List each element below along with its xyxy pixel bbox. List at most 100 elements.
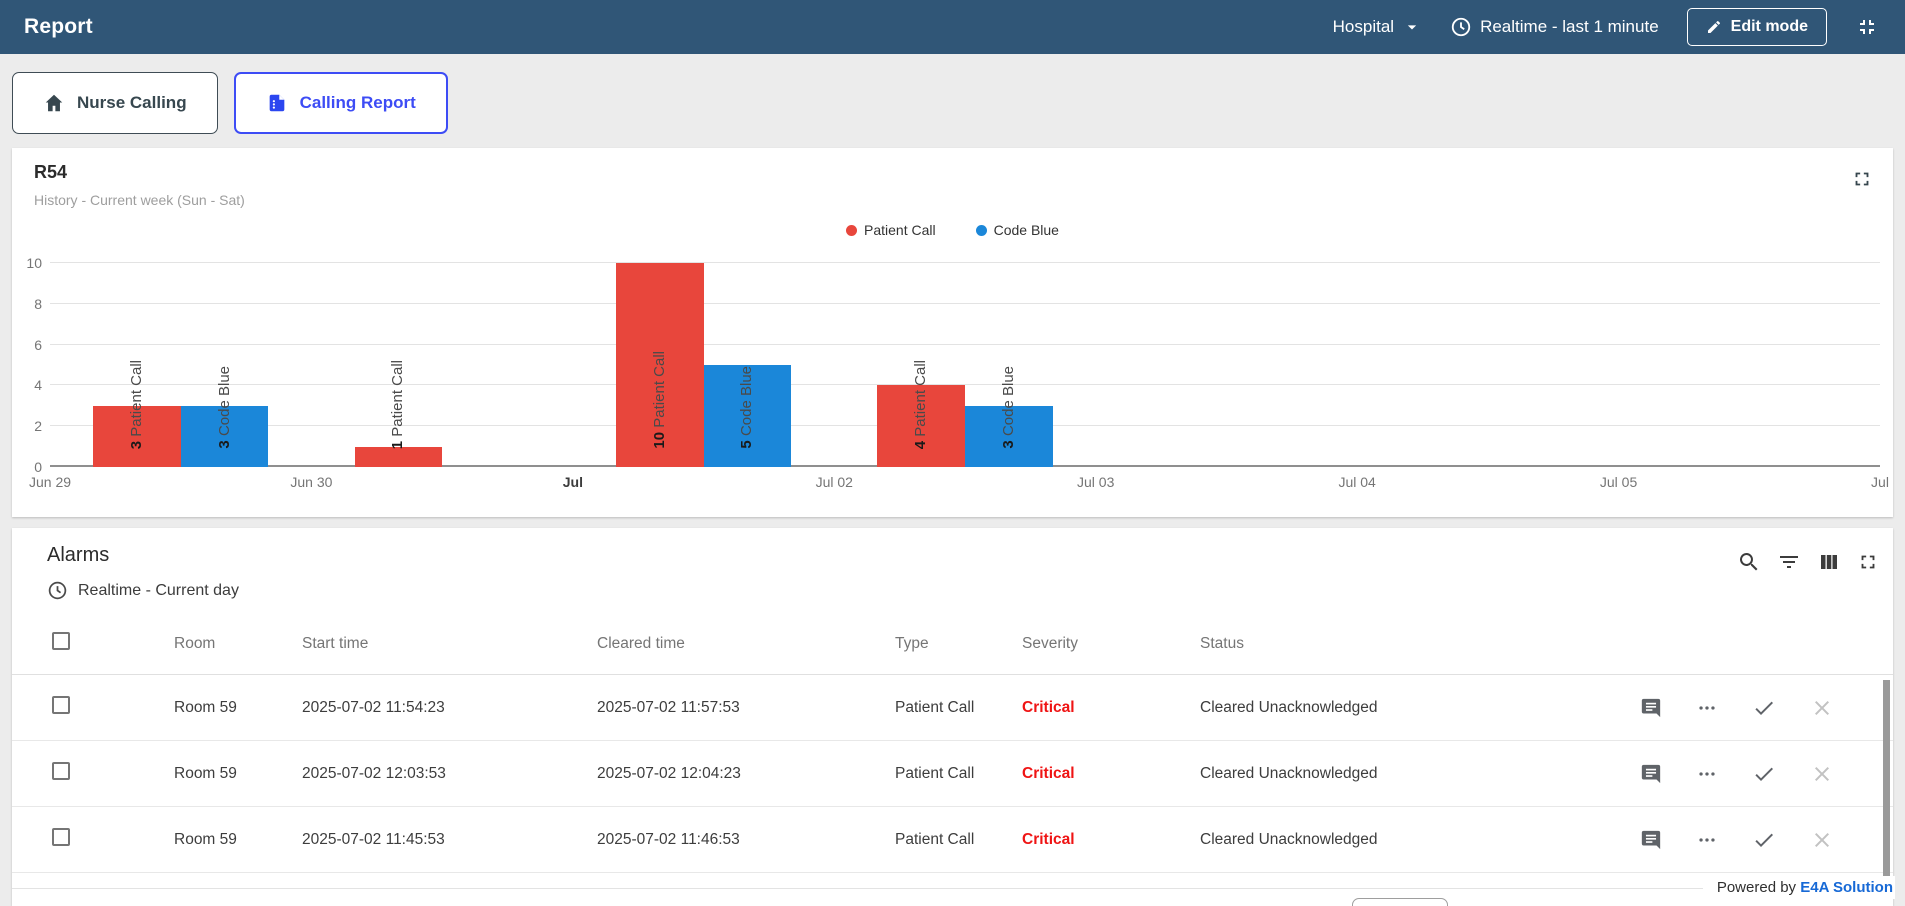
legend-dot	[846, 224, 857, 236]
cell-status: Cleared Unacknowledged	[1200, 764, 1378, 782]
column-header-start-time[interactable]: Start time	[302, 635, 597, 653]
caret-down-icon	[1407, 25, 1417, 30]
y-tick-label: 2	[34, 418, 42, 435]
fullscreen-exit-icon[interactable]	[1855, 15, 1879, 39]
bar-value-label: 4 Patient Call	[912, 359, 930, 449]
comment-icon[interactable]	[1640, 696, 1662, 720]
legend-dot	[975, 224, 987, 236]
tab-label: Calling Report	[299, 93, 416, 112]
site-selector[interactable]: Hospital	[1333, 17, 1422, 37]
bar-value-label: 5 Code Blue	[738, 366, 756, 449]
row-checkbox[interactable]	[52, 762, 70, 780]
pagination-button[interactable]	[1352, 898, 1448, 906]
tab-calling-report[interactable]: Calling Report	[233, 72, 448, 134]
x-tick-label: Jul 05	[1599, 474, 1638, 490]
alarms-realtime: Realtime - Current day	[42, 580, 1893, 601]
y-tick-label: 8	[34, 295, 42, 312]
row-checkbox[interactable]	[52, 696, 70, 714]
app-root: Report Hospital Realtime - last 1 minute…	[0, 0, 1905, 906]
cell-type: Patient Call	[895, 764, 975, 782]
cell-severity: Critical	[1022, 698, 1075, 716]
column-header-status[interactable]: Status	[1200, 635, 1640, 653]
clock-icon	[1451, 17, 1471, 37]
alarm-row: Room 59 2025-07-02 12:03:53 2025-07-02 1…	[12, 741, 1893, 807]
alarms-title: Alarms	[47, 544, 110, 566]
realtime-label: Realtime - last 1 minute	[1480, 17, 1659, 36]
bar-value-label: 3 Code Blue	[999, 366, 1017, 449]
gridline	[50, 262, 1880, 263]
alarms-fullscreen-icon[interactable]	[1857, 550, 1879, 574]
cell-start-time: 2025-07-02 12:03:53	[302, 764, 446, 782]
more-options-icon[interactable]	[1696, 828, 1718, 852]
cell-cleared-time: 2025-07-02 11:46:53	[597, 830, 740, 848]
column-header-room[interactable]: Room	[174, 635, 302, 653]
legend-item: Code Blue	[975, 222, 1059, 238]
y-tick-label: 4	[34, 377, 42, 394]
y-tick-label: 6	[34, 336, 42, 353]
tab-nurse-calling[interactable]: Nurse Calling	[12, 72, 218, 134]
navbar-right: Hospital Realtime - last 1 minute Edit m…	[1333, 8, 1879, 46]
column-header-type[interactable]: Type	[895, 635, 1022, 653]
brand-link[interactable]: E4A Solution	[1800, 879, 1893, 896]
close-icon[interactable]	[1810, 828, 1834, 852]
legend-item: Patient Call	[846, 222, 936, 238]
chart-plot: Jun 29 Jun 30 Jul Jul 02 Jul 03 Jul 04 Jul 05 J…	[26, 255, 1889, 490]
cell-type: Patient Call	[895, 698, 975, 716]
alarms-card: Alarms Realtime - Current day Room Start…	[12, 528, 1893, 906]
close-icon[interactable]	[1810, 762, 1834, 786]
gridline	[50, 302, 1880, 304]
bar-value-label: 3 Patient Call	[127, 359, 145, 449]
page-title: Report	[24, 15, 93, 38]
home-icon	[45, 94, 63, 112]
column-header-cleared-time[interactable]: Cleared time	[597, 635, 895, 653]
bar-patient-call[interactable]	[354, 446, 443, 467]
bar-value-label: 10 Patient Call	[650, 351, 668, 449]
alarms-header: Alarms Realtime - Current day	[12, 528, 1893, 601]
chart-title: R54	[34, 162, 68, 182]
site-selector-label: Hospital	[1332, 17, 1395, 36]
columns-icon[interactable]	[1817, 550, 1841, 574]
realtime-indicator: Realtime - last 1 minute	[1450, 16, 1659, 38]
edit-mode-button[interactable]: Edit mode	[1686, 8, 1827, 46]
gridline	[50, 343, 1880, 345]
report-icon	[269, 94, 284, 112]
chart-fullscreen-icon[interactable]	[1851, 168, 1873, 190]
x-tick-label: Jul 02	[815, 474, 853, 490]
more-options-icon[interactable]	[1696, 696, 1718, 720]
table-bottom-divider	[12, 888, 1893, 889]
y-tick-label: 10	[26, 255, 42, 271]
alarms-toolbar	[1737, 550, 1879, 574]
check-icon[interactable]	[1752, 762, 1776, 786]
cell-status: Cleared Unacknowledged	[1200, 830, 1378, 848]
alarms-table-header: Room Start time Cleared time Type Severi…	[12, 613, 1893, 675]
table-scrollbar[interactable]	[1883, 680, 1891, 906]
chart-card: R54 History - Current week (Sun - Sat) P…	[12, 148, 1893, 517]
cell-status: Cleared Unacknowledged	[1200, 698, 1378, 716]
y-tick-label: 0	[34, 459, 42, 475]
more-options-icon[interactable]	[1696, 762, 1718, 786]
alarms-realtime-label: Realtime - Current day	[78, 581, 239, 599]
check-icon[interactable]	[1752, 828, 1776, 852]
close-icon[interactable]	[1810, 696, 1834, 720]
x-tick-label: Jul 03	[1077, 474, 1115, 490]
select-all-checkbox[interactable]	[52, 632, 70, 650]
x-tick-label: Jul	[1871, 474, 1889, 490]
table-scrollbar-thumb[interactable]	[1883, 680, 1890, 885]
tab-label: Nurse Calling	[77, 93, 187, 112]
filter-icon[interactable]	[1777, 550, 1801, 574]
alarm-row: Room 59 2025-07-02 11:45:53 2025-07-02 1…	[12, 807, 1893, 873]
cell-severity: Critical	[1022, 764, 1075, 782]
top-navbar: Report Hospital Realtime - last 1 minute…	[0, 0, 1905, 54]
column-header-severity[interactable]: Severity	[1022, 635, 1200, 653]
x-tick-label: Jul 04	[1338, 474, 1376, 490]
comment-icon[interactable]	[1640, 828, 1662, 852]
alarm-row: Room 59 2025-07-02 11:54:23 2025-07-02 1…	[12, 675, 1893, 741]
comment-icon[interactable]	[1640, 762, 1662, 786]
gridline	[50, 384, 1880, 386]
x-tick-label: Jun 29	[28, 474, 72, 490]
bar-value-label: 3 Code Blue	[215, 366, 233, 449]
search-icon[interactable]	[1737, 550, 1761, 574]
edit-mode-label: Edit mode	[1730, 18, 1808, 35]
check-icon[interactable]	[1752, 696, 1776, 720]
row-checkbox[interactable]	[52, 828, 70, 846]
